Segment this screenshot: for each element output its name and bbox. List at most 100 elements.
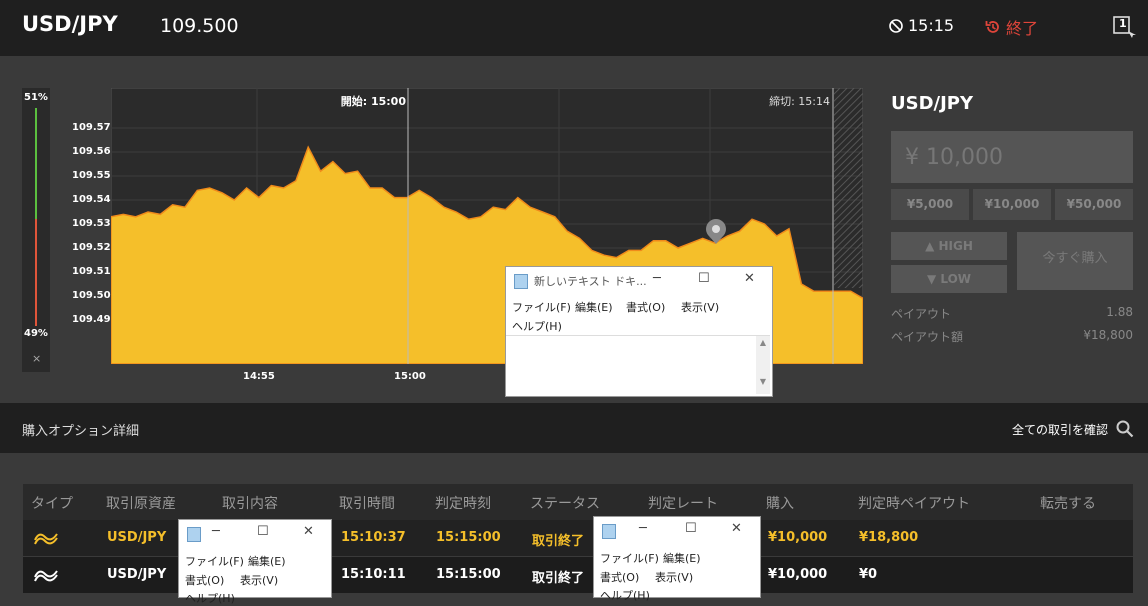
notepad-window-small[interactable]: ─ ☐ ✕ ファイル(F) 編集(E) 書式(O) 表示(V) ヘルプ(H): [593, 516, 761, 602]
y-tick-label: 109.49: [72, 314, 111, 325]
y-tick-label: 109.53: [72, 218, 111, 229]
low-button[interactable]: ▼ LOW: [891, 265, 1007, 293]
y-tick-label: 109.54: [72, 194, 111, 205]
payout-amount-label: ペイアウト額: [891, 330, 964, 344]
gauge-close-icon[interactable]: ×: [32, 352, 41, 365]
header-asset: 取引原資産: [106, 496, 176, 512]
menu-file[interactable]: ファイル(F): [185, 553, 244, 569]
row-buy: ¥10,000: [768, 567, 828, 582]
menu-file[interactable]: ファイル(F): [600, 550, 659, 566]
header-buy: 購入: [766, 496, 794, 512]
row-payout: ¥18,800: [859, 530, 919, 545]
vertical-scrollbar[interactable]: ▲ ▼: [756, 336, 770, 394]
payout-value: 1.88: [1106, 305, 1133, 319]
header-payout: 判定時ペイアウト: [858, 496, 970, 512]
sentiment-gauge: 51% 49% ×: [22, 88, 50, 372]
y-tick-label: 109.56: [72, 146, 111, 157]
end-label: 終了: [1006, 19, 1039, 38]
row-asset: USD/JPY: [107, 567, 167, 582]
close-button[interactable]: ✕: [744, 271, 755, 286]
menu-view[interactable]: 表示(V): [681, 299, 719, 315]
row-judge-time: 15:15:00: [436, 567, 501, 582]
row-time: 15:10:11: [341, 567, 406, 582]
menu-help[interactable]: ヘルプ(H): [600, 587, 650, 603]
amount-input[interactable]: ¥ 10,000: [891, 131, 1133, 183]
maximize-button[interactable]: ☐: [685, 521, 697, 536]
row-time: 15:10:37: [341, 530, 406, 545]
menu-view[interactable]: 表示(V): [240, 572, 278, 588]
chip-50000-button[interactable]: ¥50,000: [1055, 189, 1133, 220]
header-judge-rate: 判定レート: [648, 496, 718, 512]
clock: 15:15: [888, 16, 954, 35]
low-label: LOW: [940, 272, 972, 286]
header-content: 取引内容: [222, 496, 278, 512]
notepad-icon: [602, 524, 616, 539]
gauge-top-percent: 51%: [24, 92, 48, 103]
gauge-green-bar: [35, 108, 37, 219]
notepad-title: 新しいテキスト ドキ...: [534, 275, 647, 288]
maximize-button[interactable]: ☐: [257, 524, 269, 539]
menu-help[interactable]: ヘルプ(H): [512, 318, 562, 334]
close-button[interactable]: ✕: [731, 521, 742, 536]
no-entry-icon: [889, 18, 903, 33]
header-status: ステータス: [530, 496, 600, 512]
y-tick-label: 109.57: [72, 122, 111, 133]
menu-format[interactable]: 書式(O): [185, 572, 224, 588]
payout-label: ペイアウト: [891, 307, 952, 321]
payout-row: ペイアウト 1.88: [891, 305, 1133, 322]
close-label: 締切: 15:14: [769, 94, 830, 108]
minimize-button[interactable]: ─: [212, 524, 220, 539]
view-all-trades-link[interactable]: 全ての取引を確認: [1012, 420, 1134, 438]
scroll-up-icon[interactable]: ▲: [756, 338, 770, 347]
menu-help[interactable]: ヘルプ(H): [185, 590, 235, 606]
scroll-down-icon[interactable]: ▼: [756, 377, 770, 386]
y-tick-label: 109.55: [72, 170, 111, 181]
notepad-window[interactable]: 新しいテキスト ドキ... ─ ☐ ✕ ファイル(F) 編集(E) 書式(O) …: [505, 266, 773, 397]
buy-now-button[interactable]: 今すぐ購入: [1017, 232, 1133, 290]
header-time: 取引時間: [339, 496, 395, 512]
notepad-window-small[interactable]: ─ ☐ ✕ ファイル(F) 編集(E) 書式(O) 表示(V) ヘルプ(H): [178, 519, 332, 605]
search-icon: [1116, 420, 1134, 438]
notepad-icon: [514, 274, 528, 289]
menu-divider: [506, 335, 770, 336]
maximize-button[interactable]: ☐: [698, 271, 710, 286]
header-judge-time: 判定時刻: [435, 496, 491, 512]
trade-type-icon: [34, 570, 58, 582]
window-count-icon[interactable]: 1: [1112, 14, 1136, 44]
high-button[interactable]: ▲ HIGH: [891, 232, 1007, 260]
gauge-red-bar: [35, 219, 37, 326]
end-button[interactable]: 終了: [984, 15, 1038, 39]
menu-format[interactable]: 書式(O): [600, 569, 639, 585]
arrow-down-icon: ▼: [926, 272, 941, 286]
chip-5000-button[interactable]: ¥5,000: [891, 189, 969, 220]
y-tick-label: 109.50: [72, 290, 111, 301]
chip-10000-button[interactable]: ¥10,000: [973, 189, 1051, 220]
menu-file[interactable]: ファイル(F): [512, 299, 571, 315]
payout-amount-row: ペイアウト額 ¥18,800: [891, 328, 1133, 345]
menu-edit[interactable]: 編集(E): [663, 550, 701, 566]
table-header: タイプ 取引原資産 取引内容 取引時間 判定時刻 ステータス 判定レート 購入 …: [23, 484, 1133, 520]
row-payout: ¥0: [859, 567, 878, 582]
menu-format[interactable]: 書式(O): [626, 299, 665, 315]
minimize-button[interactable]: ─: [639, 521, 647, 536]
menu-view[interactable]: 表示(V): [655, 569, 693, 585]
history-icon: [985, 21, 999, 33]
minimize-button[interactable]: ─: [653, 271, 661, 286]
close-button[interactable]: ✕: [303, 524, 314, 539]
y-tick-label: 109.51: [72, 266, 111, 277]
row-status: 取引終了: [532, 571, 585, 586]
window-count: 1: [1119, 17, 1127, 30]
menu-edit[interactable]: 編集(E): [575, 299, 613, 315]
current-price: 109.500: [160, 15, 239, 37]
row-judge-time: 15:15:00: [436, 530, 501, 545]
arrow-up-icon: ▲: [925, 239, 939, 253]
menu-edit[interactable]: 編集(E): [248, 553, 286, 569]
high-label: HIGH: [938, 239, 973, 253]
notepad-icon: [187, 527, 201, 542]
gauge-bottom-percent: 49%: [24, 328, 48, 339]
x-tick-label: 15:00: [394, 371, 426, 382]
y-tick-label: 109.52: [72, 242, 111, 253]
details-bar: 購入オプション詳細 全ての取引を確認: [0, 403, 1148, 453]
row-asset: USD/JPY: [107, 530, 167, 545]
start-label: 開始: 15:00: [341, 94, 407, 108]
